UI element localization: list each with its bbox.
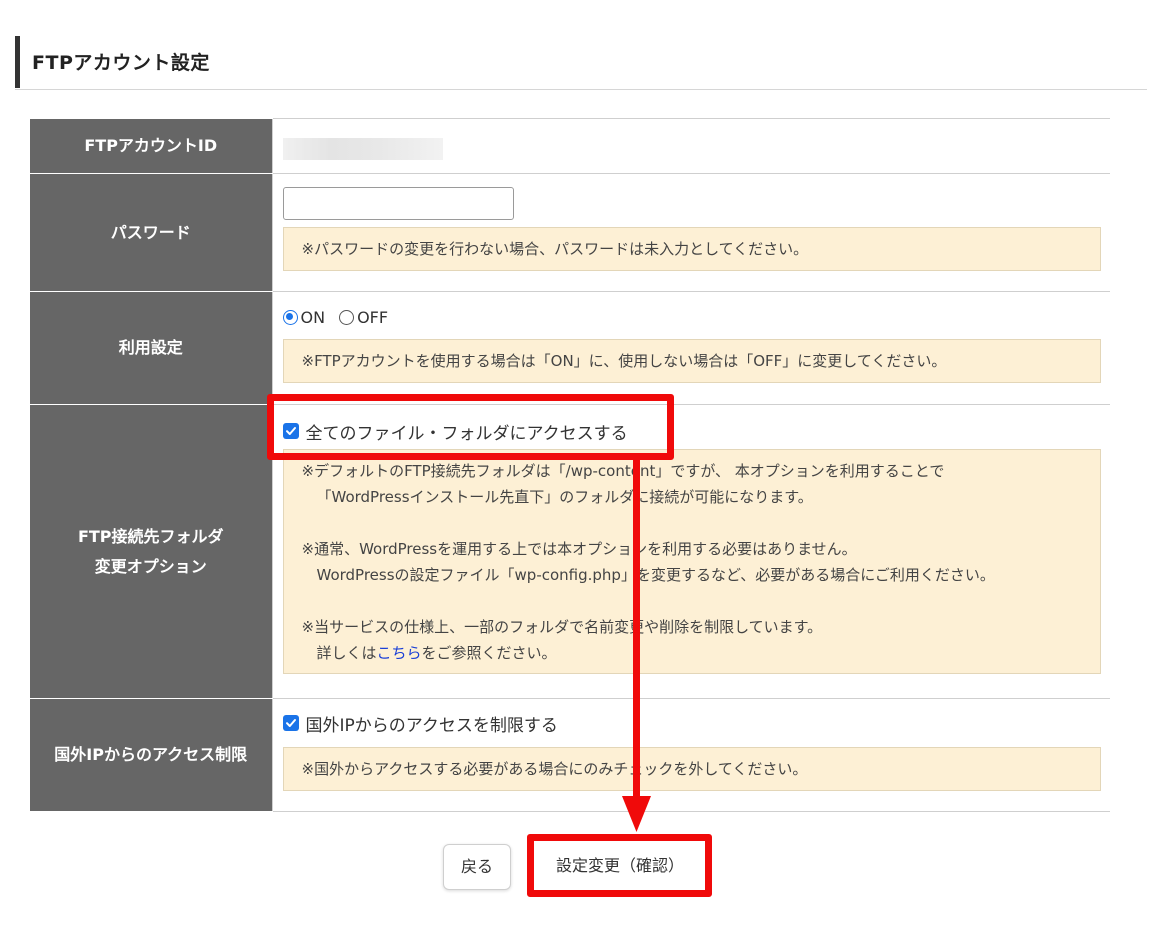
usage-label: 利用設定 [30,291,272,405]
ftp-settings-table: FTPアカウントID パスワード ※パスワードの変更を行わない場合、パスワードは… [30,118,1110,812]
checkmark-icon [285,719,296,727]
highlight-box-checkbox [267,394,674,460]
annotation-arrow-down-icon [622,460,651,832]
folder-note-line6-prefix: 詳しくは [316,644,377,662]
ip-restriction-checkbox-row[interactable]: 国外IPからのアクセスを制限する [282,711,1102,736]
folder-option-label-line2: 変更オプション [94,556,207,576]
folder-note-line3: ※通常、WordPressを運用する上では本オプションを利用する必要はありません… [301,540,857,558]
ip-restriction-label: 国外IPからのアクセス制限 [30,698,272,812]
account-id-value-masked [282,138,443,160]
usage-on-radio[interactable] [282,309,298,325]
ip-restriction-row: 国外IPからのアクセス制限 国外IPからのアクセスを制限する ※国外からアクセス… [30,698,1110,812]
usage-off-radio[interactable] [339,309,355,325]
folder-note-line1: ※デフォルトのFTP接続先フォルダは「/wp-content」ですが、 本オプシ… [301,462,945,480]
ip-restriction-note: ※国外からアクセスする必要がある場合にのみチェックを外してください。 [282,747,1101,791]
password-note: ※パスワードの変更を行わない場合、パスワードは未入力としてください。 [282,227,1101,271]
folder-note-line5: ※当サービスの仕様上、一部のフォルダで名前変更や削除を制限しています。 [301,618,823,636]
account-id-row: FTPアカウントID [30,118,1110,174]
usage-on-label[interactable]: ON [301,308,326,327]
details-link[interactable]: こちら [377,644,422,662]
ip-restriction-checkbox[interactable] [282,715,299,731]
folder-option-label-line1: FTP接続先フォルダ [77,526,224,546]
usage-radio-group: ON OFF [282,306,1102,328]
back-button[interactable]: 戻る [443,844,511,890]
folder-note-line6: 詳しくはこちらをご参照ください。 [302,640,1083,666]
password-row: パスワード ※パスワードの変更を行わない場合、パスワードは未入力としてください。 [30,173,1110,292]
password-label: パスワード [30,173,272,292]
folder-option-label: FTP接続先フォルダ 変更オプション [30,404,272,699]
title-accent-bar [15,36,20,88]
page-title: FTPアカウント設定 [32,52,210,74]
ip-restriction-checkbox-label[interactable]: 国外IPからのアクセスを制限する [306,711,558,736]
usage-off-label[interactable]: OFF [357,308,388,327]
folder-option-note: ※デフォルトのFTP接続先フォルダは「/wp-content」ですが、 本オプシ… [282,449,1101,674]
account-id-label: FTPアカウントID [30,118,272,174]
password-input[interactable] [282,187,514,220]
folder-note-line4: WordPressの設定ファイル「wp-config.php」を変更するなど、必… [316,566,995,584]
usage-row: 利用設定 ON OFF ※FTPアカウントを使用する場合は「ON」に、使用しない… [30,291,1110,405]
folder-note-line2: 「WordPressインストール先直下」のフォルダに接続が可能になります。 [316,488,813,506]
section-header: FTPアカウント設定 [15,36,1147,90]
folder-note-line6-suffix: をご参照ください。 [421,644,557,662]
usage-note: ※FTPアカウントを使用する場合は「ON」に、使用しない場合は「OFF」に変更し… [282,339,1101,383]
highlight-box-confirm-button [527,834,712,897]
